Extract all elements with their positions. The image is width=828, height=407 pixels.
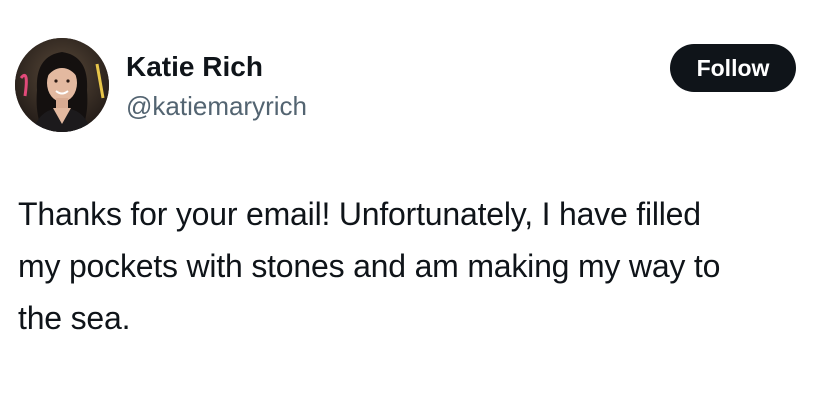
author-name[interactable]: Katie Rich bbox=[126, 50, 263, 84]
tweet-text-line: the sea. bbox=[18, 300, 131, 336]
tweet-card: Katie Rich @katiemaryrich Follow Thanks … bbox=[0, 0, 828, 407]
profile-photo-icon bbox=[15, 38, 109, 132]
tweet-text-line: Thanks for your email! Unfortunately, I … bbox=[18, 196, 701, 232]
tweet-text-line: my pockets with stones and am making my … bbox=[18, 248, 721, 284]
avatar[interactable] bbox=[15, 38, 109, 132]
author-handle[interactable]: @katiemaryrich bbox=[126, 90, 307, 122]
follow-button[interactable]: Follow bbox=[670, 44, 796, 92]
tweet-text: Thanks for your email! Unfortunately, I … bbox=[18, 188, 808, 344]
